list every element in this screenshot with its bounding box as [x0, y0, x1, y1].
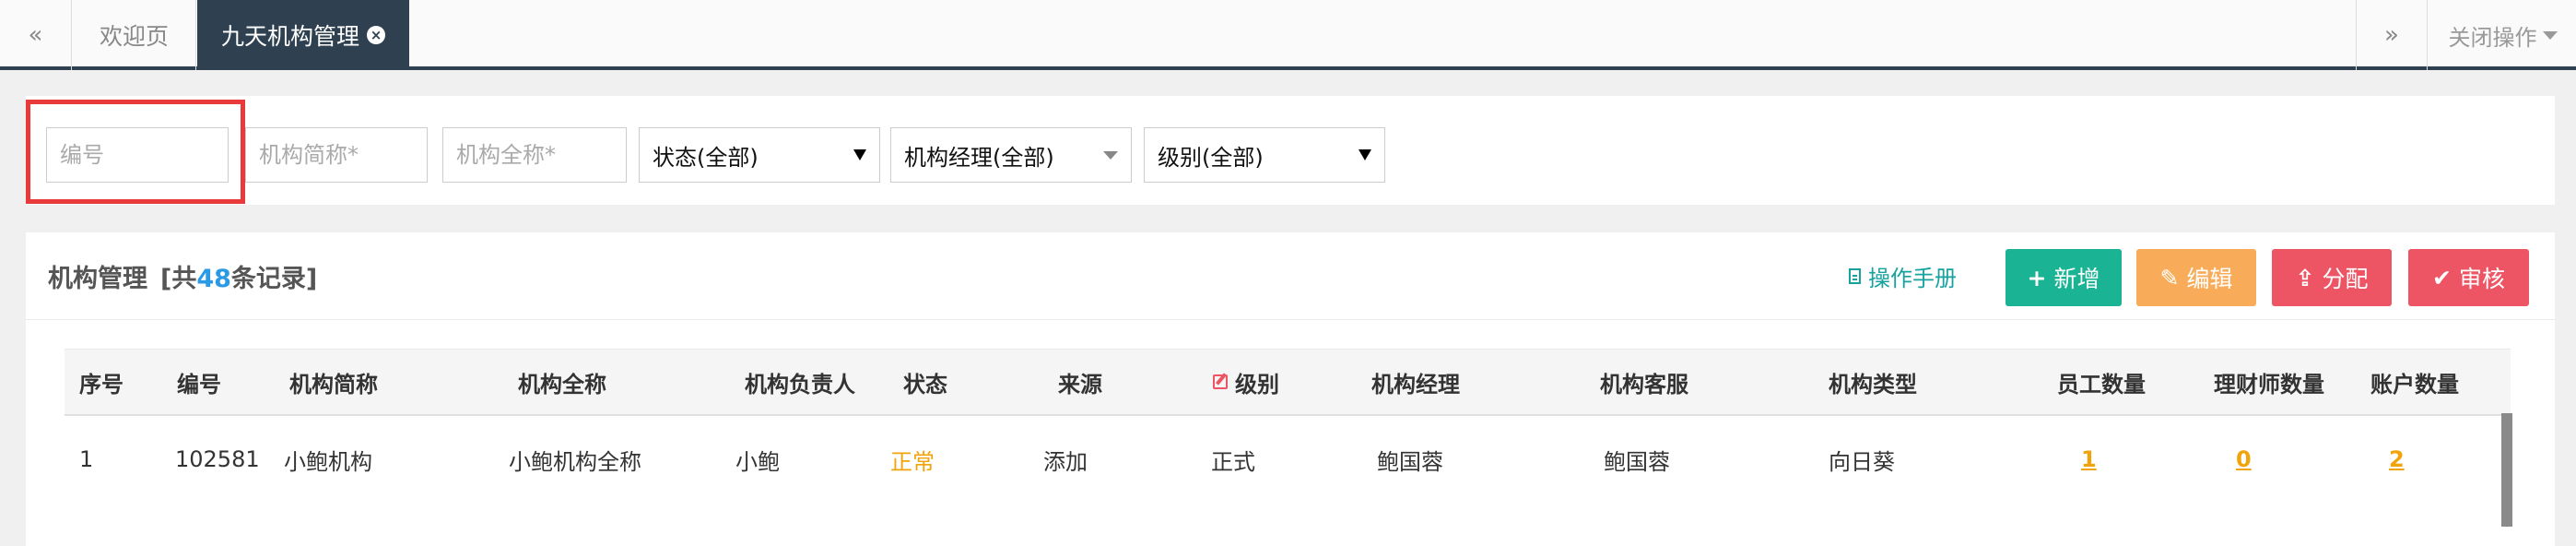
record-count-suffix: 条记录]	[230, 265, 318, 293]
column-header-leader[interactable]: 机构负责人	[745, 350, 855, 414]
column-header-manager[interactable]: 机构经理	[1371, 350, 1460, 414]
plus-icon: +	[2027, 264, 2047, 291]
assign-button[interactable]: ⇪ 分配	[2272, 249, 2392, 306]
org-management-panel: 机构管理 [共 48 条记录] 操作手册 + 新增 ✎ 编辑 ⇪ 分配 ✔ 审核…	[26, 232, 2555, 546]
tab-scroll-right-button[interactable]: »	[2356, 0, 2428, 70]
table-scrollbar[interactable]	[2501, 413, 2512, 527]
level-select[interactable]: 级别(全部)	[1144, 127, 1385, 183]
table-header: 序号 编号 机构简称 机构全称 机构负责人 状态 来源 级别 机构经理 机构客服…	[65, 349, 2511, 416]
column-header-index[interactable]: 序号	[79, 350, 124, 414]
tab-org-management[interactable]: 九天机构管理 ×	[197, 0, 409, 70]
status-select[interactable]: 状态(全部)	[639, 127, 880, 183]
panel-title-text: 机构管理	[48, 265, 147, 293]
audit-button-label: 审核	[2458, 266, 2505, 292]
edit-icon	[1213, 374, 1228, 389]
short-name-input[interactable]	[245, 127, 428, 183]
edit-icon: ✎	[2159, 264, 2180, 291]
column-header-staff-count[interactable]: 员工数量	[2057, 350, 2146, 414]
staff-count-link[interactable]: 1	[2081, 430, 2097, 489]
operation-manual-label: 操作手册	[1868, 266, 1957, 291]
manager-select-value: 机构经理(全部)	[904, 144, 1054, 171]
check-icon: ✔	[2432, 264, 2452, 291]
add-button-label: 新增	[2053, 266, 2100, 292]
cell-full-name: 小鲍机构全称	[509, 448, 641, 475]
dropdown-arrow-icon	[853, 149, 866, 160]
cell-service: 鲍国蓉	[1604, 448, 1670, 475]
column-header-code[interactable]: 编号	[177, 350, 221, 414]
close-operations-dropdown[interactable]: 关闭操作	[2429, 0, 2576, 70]
share-icon: ⇪	[2295, 264, 2315, 291]
close-circle-icon[interactable]: ×	[367, 26, 385, 44]
cell-manager: 鲍国蓉	[1377, 448, 1443, 475]
cell-index: 1	[79, 446, 94, 472]
column-header-planner-count[interactable]: 理财师数量	[2214, 350, 2324, 414]
caret-down-icon	[2542, 30, 2558, 40]
org-table: 序号 编号 机构简称 机构全称 机构负责人 状态 来源 级别 机构经理 机构客服…	[65, 349, 2511, 546]
planner-count-link[interactable]: 0	[2236, 430, 2252, 489]
manager-select[interactable]: 机构经理(全部)	[890, 127, 1132, 183]
cell-type: 向日葵	[1829, 448, 1895, 475]
audit-button[interactable]: ✔ 审核	[2408, 249, 2529, 306]
assign-button-label: 分配	[2322, 266, 2369, 292]
column-header-full-name[interactable]: 机构全称	[518, 350, 606, 414]
cell-status: 正常	[890, 448, 935, 475]
operation-manual-link[interactable]: 操作手册	[1849, 260, 1957, 292]
edit-button[interactable]: ✎ 编辑	[2136, 249, 2256, 306]
column-header-level-label: 级别	[1235, 371, 1279, 398]
dropdown-arrow-icon	[1359, 149, 1371, 160]
add-button[interactable]: + 新增	[2006, 249, 2122, 306]
cell-code: 102581	[175, 446, 260, 472]
dropdown-arrow-icon	[1103, 150, 1118, 160]
account-count-link[interactable]: 2	[2389, 430, 2405, 489]
tab-org-management-label: 九天机构管理	[220, 23, 359, 50]
level-select-value: 级别(全部)	[1158, 144, 1264, 171]
full-name-input[interactable]	[442, 127, 627, 183]
cell-level: 正式	[1211, 448, 1255, 475]
column-header-service[interactable]: 机构客服	[1600, 350, 1688, 414]
panel-header: 机构管理 [共 48 条记录] 操作手册 + 新增 ✎ 编辑 ⇪ 分配 ✔ 审核	[26, 232, 2555, 320]
cell-source: 添加	[1043, 448, 1088, 475]
tab-welcome-label: 欢迎页	[99, 23, 169, 50]
column-header-status[interactable]: 状态	[903, 350, 947, 414]
status-select-value: 状态(全部)	[653, 144, 759, 171]
cell-short-name: 小鲍机构	[284, 448, 372, 475]
tab-bar: « 欢迎页 九天机构管理 × » 关闭操作	[0, 0, 2576, 70]
column-header-short-name[interactable]: 机构简称	[289, 350, 378, 414]
highlight-annotation	[26, 100, 245, 204]
document-icon	[1849, 268, 1861, 284]
edit-button-label: 编辑	[2186, 266, 2233, 292]
column-header-type[interactable]: 机构类型	[1829, 350, 1917, 414]
search-panel: 状态(全部) 机构经理(全部) 级别(全部)	[26, 96, 2555, 205]
cell-leader: 小鲍	[735, 448, 780, 475]
column-header-account-count[interactable]: 账户数量	[2370, 350, 2459, 414]
close-operations-label: 关闭操作	[2448, 24, 2537, 51]
record-count-prefix: [共	[160, 265, 197, 293]
panel-title: 机构管理 [共 48 条记录]	[48, 258, 317, 294]
tab-scroll-left-button[interactable]: «	[0, 0, 72, 70]
column-header-level[interactable]: 级别	[1213, 350, 1279, 414]
record-count: 48	[196, 265, 231, 293]
tab-welcome[interactable]: 欢迎页	[73, 0, 196, 70]
column-header-source[interactable]: 来源	[1058, 350, 1102, 414]
